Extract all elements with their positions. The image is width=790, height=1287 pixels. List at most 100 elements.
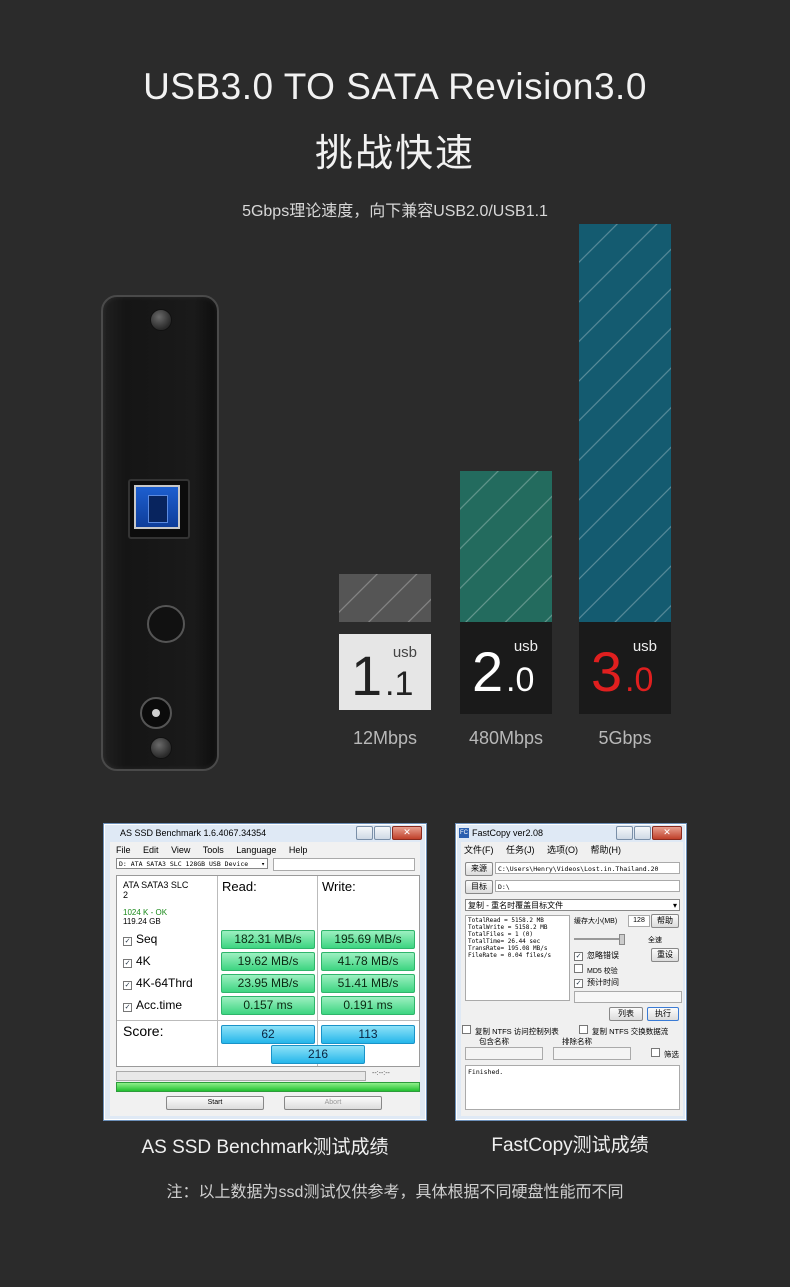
full-speed-label: 全速: [648, 937, 662, 944]
test-checkbox: ✓: [123, 959, 132, 968]
version-minor: .0: [506, 661, 535, 699]
copy-ntfs-stream-checkbox[interactable]: 复制 NTFS 交换数据流: [579, 1025, 668, 1037]
speed-label: 5Gbps: [598, 728, 652, 748]
test-checkbox: ✓: [123, 937, 132, 946]
estimate-time-checkbox[interactable]: ✓ 预计时间: [574, 977, 619, 988]
as-ssd-menubar: File Edit View Tools Language Help: [110, 842, 420, 858]
copy-ntfs-acl-checkbox[interactable]: 复制 NTFS 访问控制列表: [462, 1025, 559, 1037]
ignore-errors-checkbox[interactable]: ✓ 忽略错误: [574, 950, 619, 961]
source-button[interactable]: 来源: [465, 862, 493, 876]
score-total: 216: [271, 1045, 365, 1064]
menu-view[interactable]: View: [171, 845, 190, 855]
dc-jack-icon: [140, 697, 172, 729]
start-button[interactable]: Start: [166, 1096, 264, 1110]
help-button[interactable]: 帮助: [651, 914, 679, 928]
usb-label: usb: [513, 638, 538, 655]
abort-button[interactable]: Abort: [284, 1096, 382, 1110]
write-header: Write:: [322, 879, 356, 894]
drive-name: ATA SATA3 SLC: [123, 880, 189, 890]
score-read: 62: [221, 1025, 315, 1044]
minimize-button[interactable]: [616, 826, 633, 840]
maximize-button[interactable]: [634, 826, 651, 840]
md5-verify-checkbox[interactable]: MD5 校验: [574, 964, 618, 976]
progress-bar-complete: [116, 1082, 420, 1092]
result-write: 195.69 MB/s: [321, 930, 415, 949]
menu-file[interactable]: File: [116, 845, 131, 855]
menu-job[interactable]: 任务(J): [506, 845, 535, 855]
result-write: 41.78 MB/s: [321, 952, 415, 971]
menu-help[interactable]: 帮助(H): [591, 845, 622, 855]
usb-version-badge: usb 3.0: [579, 622, 671, 714]
menu-language[interactable]: Language: [236, 845, 276, 855]
copy-mode-select[interactable]: 复制 - 重名时覆盖目标文件 ▾: [465, 899, 680, 911]
drive-info-field: [273, 858, 415, 871]
page-subtitle: 挑战快速: [314, 133, 475, 175]
dest-path-input[interactable]: D:\: [495, 880, 680, 892]
fastcopy-title: FastCopy ver2.08: [472, 828, 544, 838]
usb-version-badge: usb 1.1: [339, 634, 431, 710]
chevron-down-icon: ▾: [261, 860, 265, 868]
usb-label: usb: [392, 644, 417, 661]
include-input[interactable]: [465, 1047, 543, 1060]
result-write: 0.191 ms: [321, 996, 415, 1015]
log-output: Finished.: [465, 1065, 680, 1110]
chevron-down-icon: ▾: [672, 901, 677, 910]
close-button[interactable]: ✕: [392, 826, 422, 840]
exclude-input[interactable]: [553, 1047, 631, 1060]
filter-checkbox[interactable]: 筛选: [651, 1048, 679, 1060]
page-title: USB3.0 TO SATA Revision3.0: [143, 66, 647, 107]
disclaimer-note: 注：以上数据为ssd测试仅供参考，具体根据不同硬盘性能而不同: [166, 1184, 624, 1201]
fastcopy-menubar: 文件(F) 任务(J) 选项(O) 帮助(H): [461, 842, 683, 858]
menu-edit[interactable]: Edit: [143, 845, 159, 855]
stat-line: FileRate = 0.04 files/s: [468, 952, 552, 959]
test-row-label[interactable]: ✓ 4K-64Thrd: [123, 976, 193, 990]
version-major: 3: [591, 640, 623, 703]
execute-button[interactable]: 执行: [647, 1007, 679, 1021]
as-ssd-titlebar: AS SSD Benchmark 1.6.4067.34354 ✕: [104, 824, 426, 842]
power-button-icon: [147, 605, 185, 643]
version-major: 1: [351, 644, 383, 707]
usb-version-badge: usb 2.0: [460, 622, 552, 714]
reset-button[interactable]: 重设: [651, 948, 679, 962]
speed-bar-usb2-0: [460, 471, 552, 622]
test-checkbox: ✓: [123, 1003, 132, 1012]
result-write: 51.41 MB/s: [321, 974, 415, 993]
menu-tools[interactable]: Tools: [203, 845, 224, 855]
menu-file[interactable]: 文件(F): [464, 845, 494, 855]
source-path-input[interactable]: C:\Users\Henry\Videos\Lost.in.Thailand.2…: [495, 862, 680, 874]
maximize-button[interactable]: [374, 826, 391, 840]
close-button[interactable]: ✕: [652, 826, 682, 840]
screw-bottom: [150, 737, 172, 759]
stat-line: TotalTime= 26.44 sec: [468, 938, 541, 945]
buffer-size-input[interactable]: 128: [628, 915, 650, 927]
test-row-label[interactable]: ✓ 4K: [123, 954, 151, 968]
exclude-label: 排除名称: [562, 1037, 592, 1046]
fastcopy-app-icon: FC: [459, 828, 469, 838]
minimize-button[interactable]: [356, 826, 373, 840]
speed-slider[interactable]: [574, 938, 620, 940]
dest-button[interactable]: 目标: [465, 880, 493, 894]
version-major: 2: [472, 640, 504, 703]
speed-slider-handle[interactable]: [619, 934, 625, 945]
usb-label: usb: [632, 638, 657, 655]
stat-line: TransRate= 195.08 MB/s: [468, 945, 548, 952]
stat-line: TotalFiles = 1 (0): [468, 931, 534, 938]
result-read: 0.157 ms: [221, 996, 315, 1015]
drive-select[interactable]: D: ATA SATA3 SLC 128GB USB Device ▾: [116, 858, 268, 869]
progress-field: [574, 991, 682, 1003]
drive-number: 2: [123, 890, 129, 900]
test-row-label[interactable]: ✓ Acc.time: [123, 998, 182, 1012]
menu-help[interactable]: Help: [289, 845, 308, 855]
progress-time: --:--:--: [372, 1070, 390, 1077]
test-checkbox: ✓: [123, 981, 132, 990]
test-row-label[interactable]: ✓ Seq: [123, 932, 157, 946]
result-read: 23.95 MB/s: [221, 974, 315, 993]
usb3-port-icon: [128, 479, 190, 539]
read-header: Read:: [222, 879, 257, 894]
include-label: 包含名称: [479, 1037, 509, 1046]
menu-options[interactable]: 选项(O): [547, 845, 578, 855]
score-label: Score:: [123, 1023, 164, 1039]
stat-line: TotalRead = 5158.2 MB: [468, 917, 544, 924]
list-button[interactable]: 列表: [609, 1007, 643, 1021]
speed-label: 480Mbps: [468, 728, 544, 748]
